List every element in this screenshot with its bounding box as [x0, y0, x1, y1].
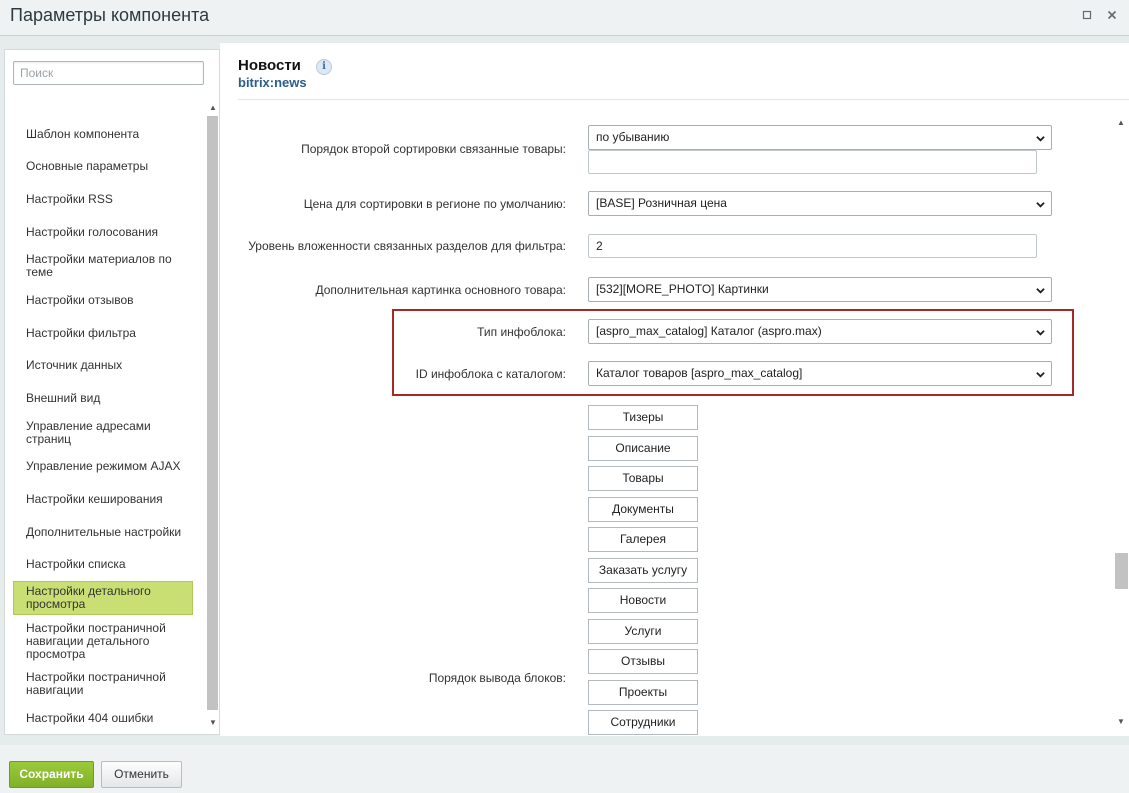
search-input[interactable] [14, 62, 203, 84]
sidebar-item-additional[interactable]: Дополнительные настройки [13, 526, 193, 539]
settings-main-panel: Новости i bitrix:news Порядок второй сор… [220, 43, 1129, 736]
chevron-down-icon [1036, 372, 1045, 378]
chevron-down-icon [1036, 136, 1045, 142]
sort2-select[interactable]: по убыванию [588, 125, 1052, 150]
price-select[interactable]: [BASE] Розничная цена [588, 191, 1052, 216]
sidebar-scroll-up-icon[interactable]: ▲ [208, 104, 218, 112]
more-photo-value: [532][MORE_PHOTO] Картинки [596, 282, 769, 296]
more-photo-label: Дополнительная картинка основного товара… [315, 283, 566, 297]
sidebar-item-reviews[interactable]: Настройки отзывов [13, 294, 193, 307]
sort2-value: по убыванию [596, 130, 670, 144]
sidebar-item-cache[interactable]: Настройки кеширования [13, 493, 193, 506]
sidebar-item-data-source[interactable]: Источник данных [13, 359, 193, 372]
sidebar-item-appearance[interactable]: Внешний вид [13, 392, 193, 405]
sidebar-item-detail[interactable]: Настройки детального просмотра [13, 581, 193, 615]
dialog-titlebar: Параметры компонента [0, 0, 1129, 36]
iblock-type-label: Тип инфоблока: [477, 325, 566, 339]
sidebar-item-voting[interactable]: Настройки голосования [13, 226, 193, 239]
iblock-type-select[interactable]: [aspro_max_catalog] Каталог (aspro.max) [588, 319, 1052, 344]
dialog-title: Параметры компонента [10, 5, 210, 25]
info-icon[interactable]: i [316, 59, 332, 75]
sidebar-item-list[interactable]: Настройки списка [13, 558, 193, 571]
blocks-order-label: Порядок вывода блоков: [428, 671, 566, 685]
depth-input[interactable]: 2 [588, 234, 1037, 258]
block-item-goods[interactable]: Товары [588, 466, 698, 491]
chevron-down-icon [1036, 202, 1045, 208]
cancel-button[interactable]: Отменить [101, 761, 182, 788]
block-item-documents[interactable]: Документы [588, 497, 698, 522]
block-item-reviews[interactable]: Отзывы [588, 649, 698, 674]
iblock-type-value: [aspro_max_catalog] Каталог (aspro.max) [596, 324, 822, 338]
main-scroll-up-icon[interactable]: ▲ [1116, 118, 1126, 127]
sidebar-item-detail-pager[interactable]: Настройки постраничной навигации детальн… [13, 622, 193, 661]
sidebar-item-404[interactable]: Настройки 404 ошибки [13, 712, 193, 725]
sidebar-item-sef[interactable]: Управление адресами страниц [13, 420, 193, 446]
settings-sidebar: ▲ ▼ Шаблон компонента Основные параметры… [4, 49, 220, 735]
sort2-extra-input[interactable] [588, 150, 1037, 174]
sidebar-item-filter[interactable]: Настройки фильтра [13, 327, 193, 340]
sidebar-item-ajax[interactable]: Управление режимом AJAX [13, 460, 193, 473]
sidebar-item-related-materials[interactable]: Настройки материалов по теме [13, 253, 193, 279]
maximize-icon[interactable] [1080, 9, 1094, 23]
depth-label: Уровень вложенности связанных разделов д… [248, 239, 566, 253]
chevron-down-icon [1036, 288, 1045, 294]
sidebar-item-template[interactable]: Шаблон компонента [13, 128, 193, 141]
block-item-teasers[interactable]: Тизеры [588, 405, 698, 430]
sidebar-scroll-down-icon[interactable]: ▼ [208, 719, 218, 727]
block-item-gallery[interactable]: Галерея [588, 527, 698, 552]
sidebar-scrollbar-thumb[interactable] [207, 116, 218, 710]
header-divider [238, 99, 1129, 100]
block-item-order-service[interactable]: Заказать услугу [588, 558, 698, 583]
price-label: Цена для сортировки в регионе по умолчан… [303, 197, 566, 211]
search-field[interactable] [13, 61, 204, 85]
block-item-description[interactable]: Описание [588, 436, 698, 461]
sidebar-item-base-params[interactable]: Основные параметры [13, 160, 193, 173]
iblock-id-label: ID инфоблока с каталогом: [415, 367, 566, 381]
block-item-staff[interactable]: Сотрудники [588, 710, 698, 735]
sidebar-item-rss[interactable]: Настройки RSS [13, 193, 193, 206]
sort2-label: Порядок второй сортировки связанные това… [301, 142, 566, 156]
main-scrollbar-thumb[interactable] [1115, 553, 1128, 589]
component-title: Новости [238, 57, 301, 74]
more-photo-select[interactable]: [532][MORE_PHOTO] Картинки [588, 277, 1052, 302]
save-button[interactable]: Сохранить [9, 761, 94, 788]
dialog-footer: Сохранить Отменить [0, 745, 1129, 793]
iblock-id-value: Каталог товаров [aspro_max_catalog] [596, 366, 803, 380]
close-icon[interactable] [1105, 9, 1119, 23]
chevron-down-icon [1036, 330, 1045, 336]
main-scroll-down-icon[interactable]: ▼ [1116, 717, 1126, 726]
component-code: bitrix:news [238, 75, 307, 90]
block-item-news[interactable]: Новости [588, 588, 698, 613]
sidebar-item-pager[interactable]: Настройки постраничной навигации [13, 671, 193, 697]
iblock-id-select[interactable]: Каталог товаров [aspro_max_catalog] [588, 361, 1052, 386]
block-item-services[interactable]: Услуги [588, 619, 698, 644]
block-item-projects[interactable]: Проекты [588, 680, 698, 705]
price-value: [BASE] Розничная цена [596, 196, 727, 210]
